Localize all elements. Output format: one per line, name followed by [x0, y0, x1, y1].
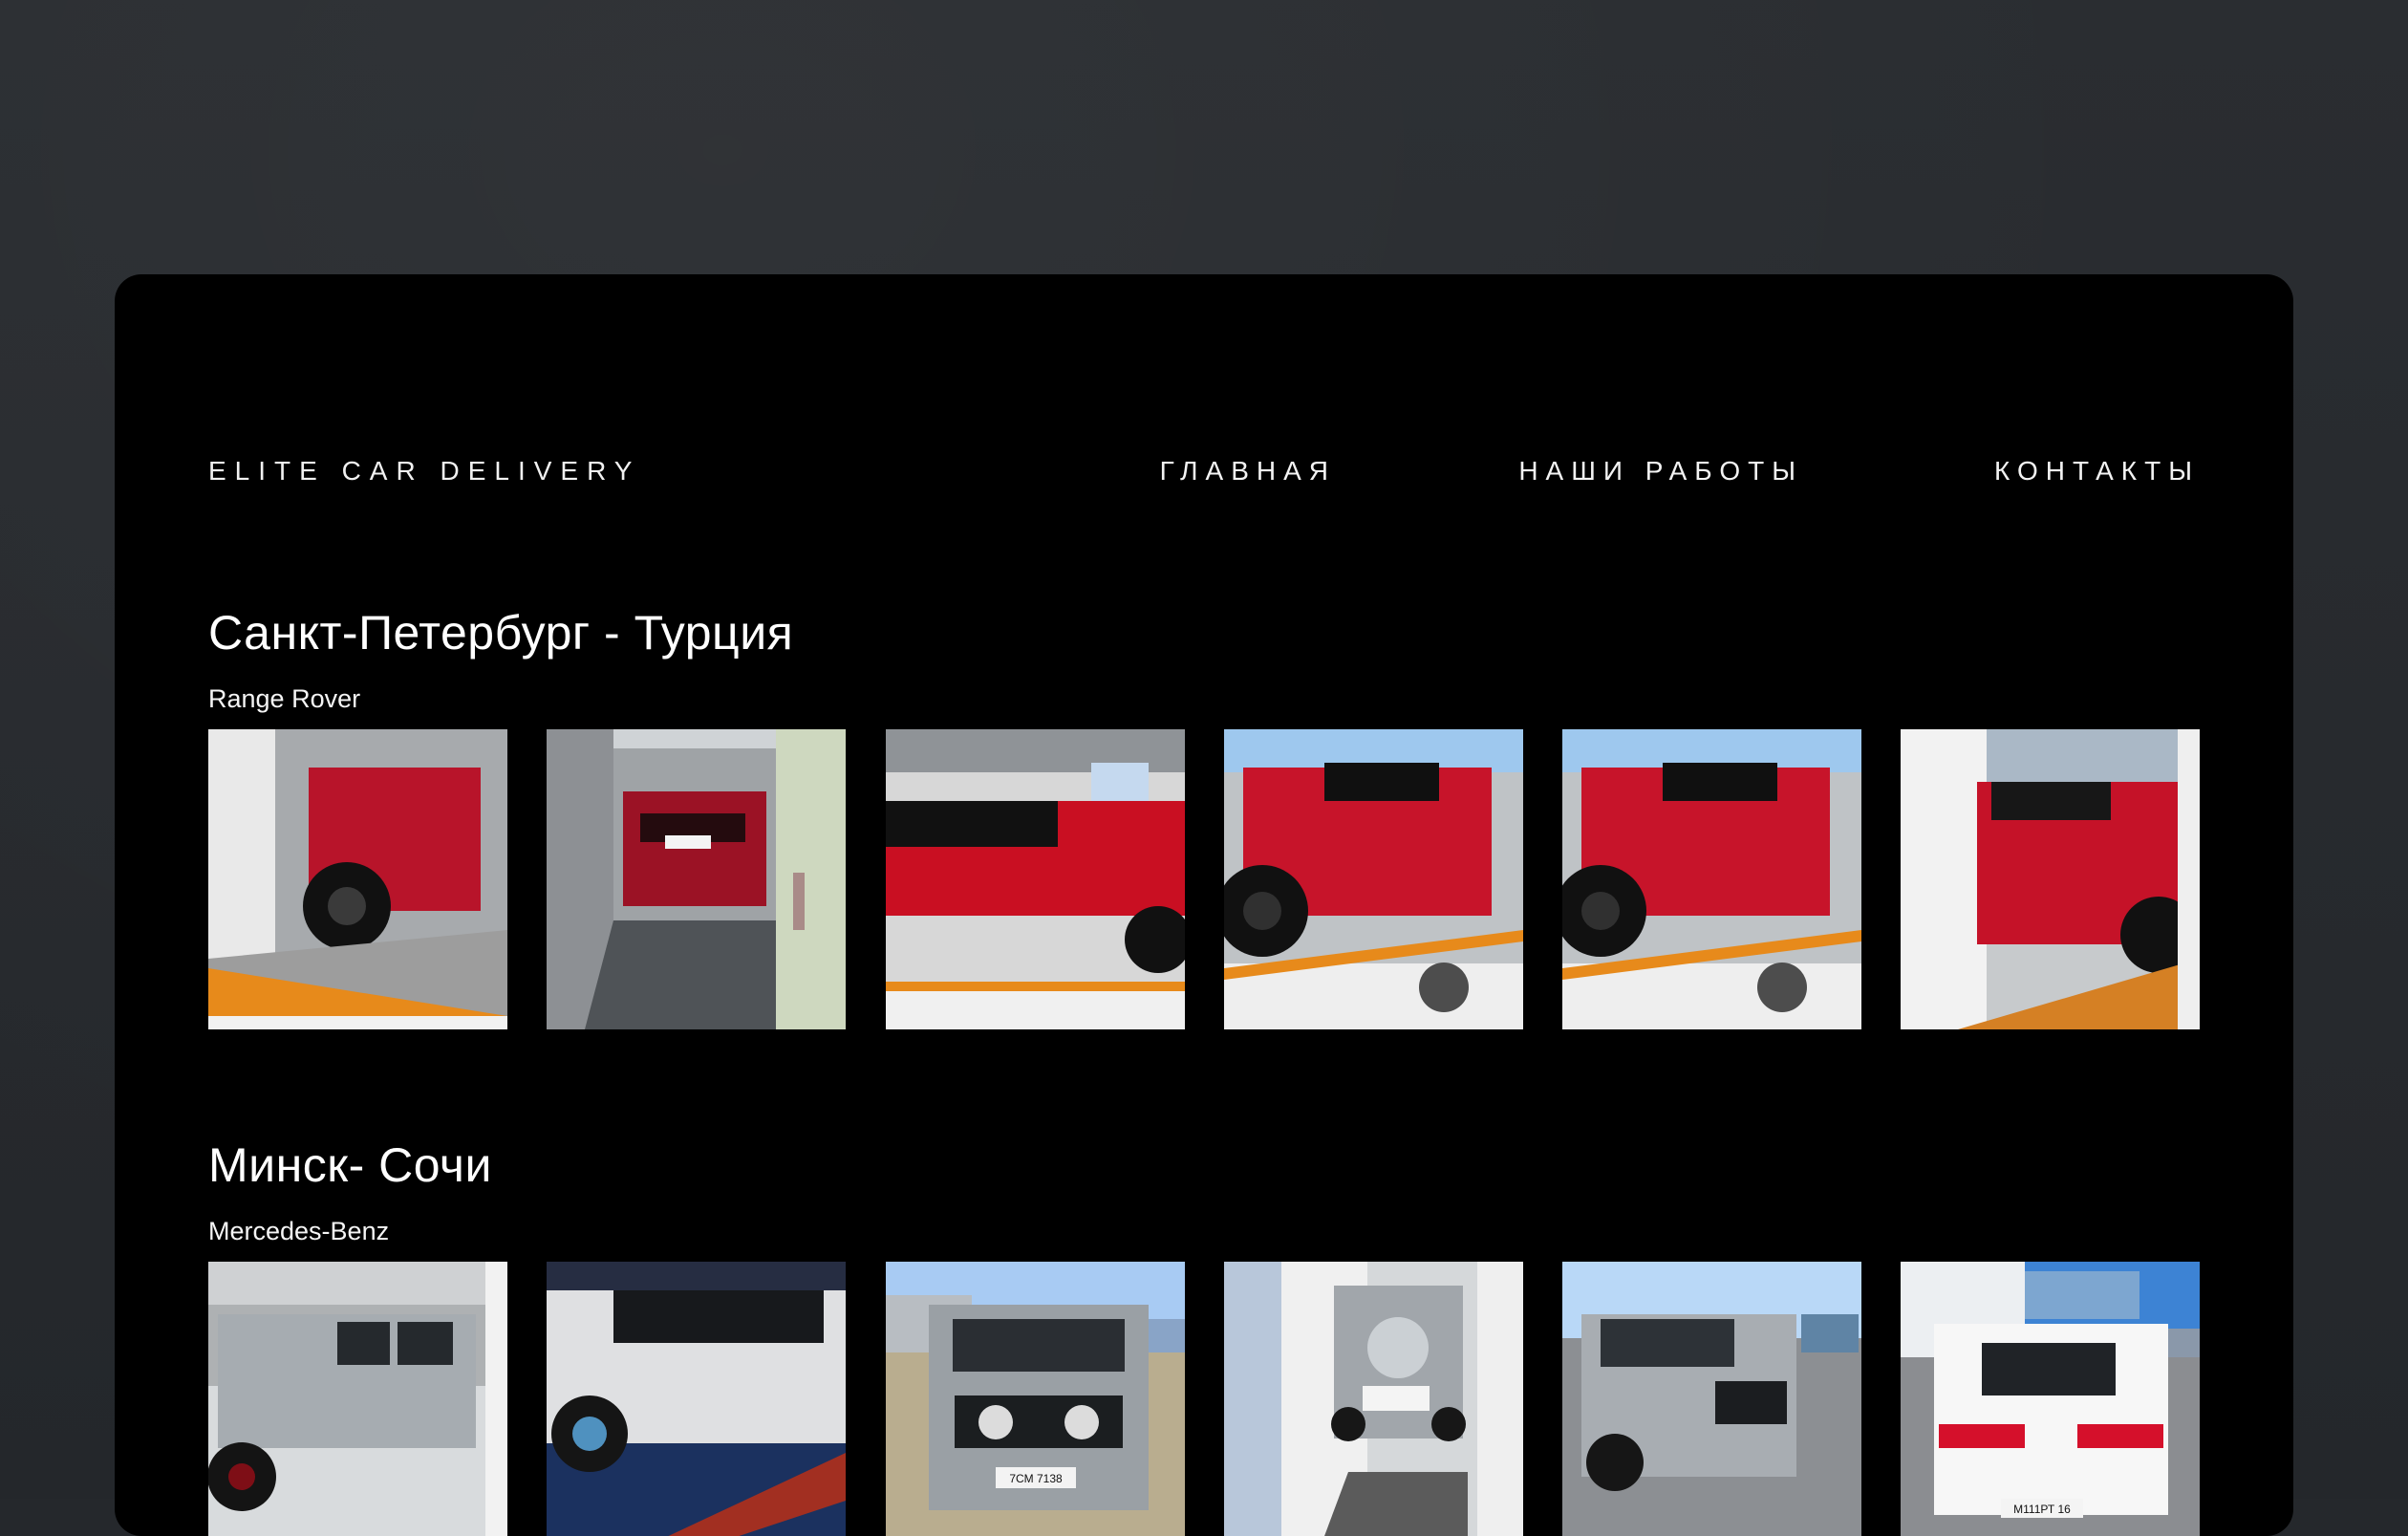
- range-rover-rear-in-truck-photo: [547, 729, 846, 1029]
- top-navigation: ELITE CAR DELIVERY ГЛАВНАЯ НАШИ РАБОТЫ К…: [208, 443, 2200, 500]
- gallery-photo-3[interactable]: [886, 729, 1185, 1029]
- mercedes-g-class-front-photo: 7CM 7138: [886, 1262, 1185, 1536]
- gallery-photo-4[interactable]: [1224, 1262, 1523, 1536]
- section-title: Минск- Сочи: [208, 1138, 492, 1192]
- brand-logo[interactable]: ELITE CAR DELIVERY: [208, 443, 640, 500]
- mercedes-coupe-side-photo: [547, 1262, 846, 1536]
- range-rover-side-photo: [886, 729, 1185, 1029]
- mercedes-g-class-side-photo: [208, 1262, 507, 1536]
- nav-home-link[interactable]: ГЛАВНАЯ: [1160, 443, 1336, 500]
- gallery-photo-4[interactable]: [1224, 729, 1523, 1029]
- mercedes-g-class-front-side-photo: [1562, 1262, 1861, 1536]
- gallery-photo-6[interactable]: [1901, 729, 2200, 1029]
- range-rover-rear-side-photo-2: [1901, 729, 2200, 1029]
- license-plate-text: М111РТ 16: [2013, 1503, 2071, 1516]
- license-plate-text: 7CM 7138: [1009, 1472, 1063, 1485]
- nav-contacts-link[interactable]: КОНТАКТЫ: [1994, 443, 2200, 500]
- car-model-label: Mercedes-Benz: [208, 1217, 390, 1245]
- car-model-label: Range Rover: [208, 684, 361, 713]
- range-rover-front-side-photo-duplicate: [1562, 729, 1861, 1029]
- nav-works-link[interactable]: НАШИ РАБОТЫ: [1518, 443, 1803, 500]
- delivery-section-minsk-sochi: Минск- Сочи Mercedes-Benz 7CM 7138 М111Р…: [208, 1136, 2200, 1536]
- gallery-photo-2[interactable]: [547, 1262, 846, 1536]
- gallery-photo-1[interactable]: [208, 1262, 507, 1536]
- gallery-photo-2[interactable]: [547, 729, 846, 1029]
- gallery-photo-6[interactable]: М111РТ 16: [1901, 1262, 2200, 1536]
- section-title: Санкт-Петербург - Турция: [208, 606, 794, 660]
- mercedes-coupe-rear-photo: М111РТ 16: [1901, 1262, 2200, 1536]
- gallery-photo-5[interactable]: [1562, 729, 1861, 1029]
- photo-gallery-mercedes: 7CM 7138 М111РТ 16: [208, 1262, 2200, 1536]
- delivery-section-spb-turkey: Санкт-Петербург - Турция Range Rover: [208, 604, 2200, 1029]
- content-panel: ELITE CAR DELIVERY ГЛАВНАЯ НАШИ РАБОТЫ К…: [115, 274, 2293, 1536]
- mercedes-g-class-rear-in-truck-photo: [1224, 1262, 1523, 1536]
- gallery-photo-5[interactable]: [1562, 1262, 1861, 1536]
- gallery-photo-1[interactable]: [208, 729, 507, 1029]
- range-rover-front-side-photo: [1224, 729, 1523, 1029]
- gallery-photo-3[interactable]: 7CM 7138: [886, 1262, 1185, 1536]
- range-rover-rear-side-photo: [208, 729, 507, 1029]
- photo-gallery-range-rover: [208, 729, 2200, 1029]
